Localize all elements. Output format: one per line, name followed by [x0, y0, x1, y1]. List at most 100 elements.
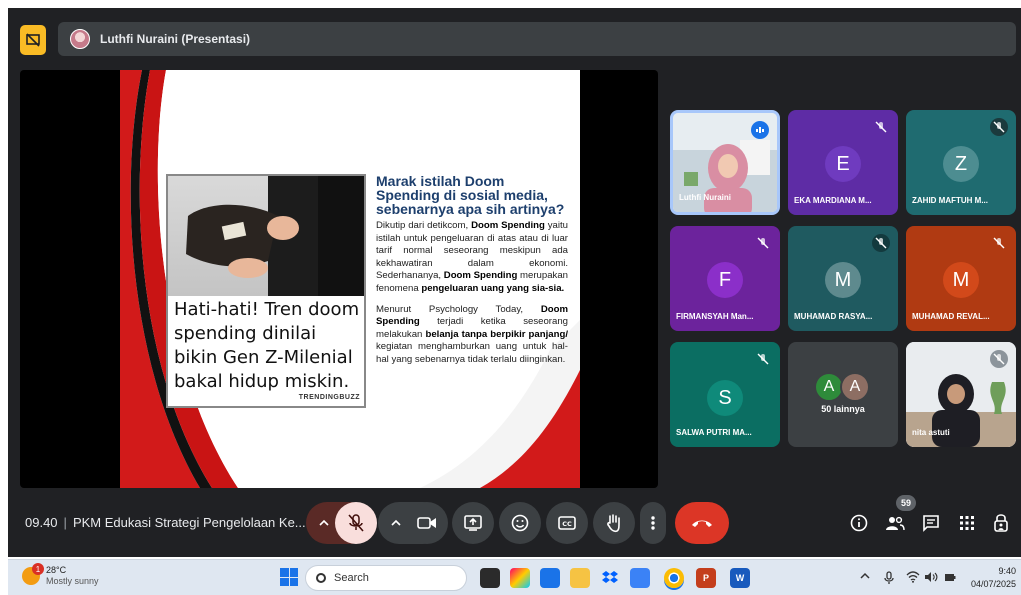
participant-tile-reval[interactable]: M MUHAMAD REVAL... — [906, 226, 1016, 331]
lock-person-icon — [994, 514, 1008, 532]
speaking-indicator-icon — [751, 121, 769, 139]
start-button[interactable] — [280, 568, 298, 586]
participant-avatar: F — [707, 262, 743, 298]
word-icon[interactable]: W — [730, 568, 750, 588]
participant-avatar: M — [825, 262, 861, 298]
windows-taskbar: 28°C Mostly sunny 1 Search P W 9:40 04/0… — [8, 559, 1021, 595]
participant-tile-eka[interactable]: E EKA MARDIANA M... — [788, 110, 898, 215]
presenter-label: Luthfi Nuraini (Presentasi) — [100, 32, 251, 46]
clock-date: 04/07/2025 — [970, 579, 1016, 589]
powerpoint-icon[interactable]: P — [696, 568, 716, 588]
mic-off-icon — [990, 234, 1008, 252]
present-screen-icon — [464, 515, 482, 531]
chevron-up-icon — [319, 519, 329, 526]
presentation-stage[interactable]: Hati-hati! Tren doom spending dinilai bi… — [20, 70, 658, 488]
meeting-time: 09.40 — [25, 515, 58, 530]
participant-name: MUHAMAD REVAL... — [912, 312, 990, 321]
mic-toggle-button[interactable] — [335, 502, 377, 544]
participant-name: Luthfi Nuraini — [679, 193, 731, 202]
video-camera-icon — [417, 517, 436, 529]
info-icon — [850, 514, 868, 532]
host-controls-button[interactable] — [990, 511, 1012, 535]
presenter-avatar — [70, 29, 90, 49]
participant-tile-salwa[interactable]: S SALWA PUTRI MA... — [670, 342, 780, 447]
reactions-button[interactable] — [499, 502, 541, 544]
slide-paragraph-1: Dikutip dari detikcom, Doom Spending yai… — [376, 220, 569, 294]
participant-tile-luthfi[interactable]: Luthfi Nuraini — [670, 110, 780, 215]
news-photo-card: Hati-hati! Tren doom spending dinilai bi… — [166, 174, 366, 408]
participant-tile-rasya[interactable]: M MUHAMAD RASYA... — [788, 226, 898, 331]
activities-button[interactable] — [956, 511, 978, 535]
taskbar-search[interactable]: Search — [305, 565, 467, 591]
slide-heading: Marak istilah Doom Spending di sosial me… — [376, 173, 565, 217]
others-label: 50 lainnya — [821, 404, 865, 414]
participant-avatar: S — [707, 380, 743, 416]
show-hidden-icons-button[interactable] — [860, 571, 870, 583]
chat-icon — [923, 515, 939, 532]
slide-text-block: Marak istilah Doom Spending di sosial me… — [376, 174, 568, 367]
presenting-indicator-button[interactable] — [20, 25, 46, 55]
participant-name: MUHAMAD RASYA... — [794, 312, 873, 321]
chat-button[interactable] — [920, 511, 942, 535]
people-button[interactable] — [884, 511, 906, 535]
camera-toggle-button[interactable] — [406, 502, 448, 544]
temperature: 28°C — [46, 565, 67, 575]
slide-paragraph-2: Menurut Psychology Today, Doom Spending … — [376, 303, 569, 365]
battery-icon[interactable] — [944, 571, 956, 586]
mic-off-icon — [348, 514, 364, 532]
wifi-icon[interactable] — [906, 571, 920, 586]
clock-time: 9:40 — [998, 566, 1016, 576]
more-options-button[interactable] — [640, 502, 666, 544]
others-avatar-2: A — [840, 372, 870, 402]
meeting-details[interactable]: 09.40 | PKM Edukasi Strategi Pengelolaan K… — [25, 515, 306, 530]
chrome-icon[interactable] — [664, 568, 684, 588]
dropbox-icon[interactable] — [600, 568, 620, 588]
microphone-tray-icon[interactable] — [884, 571, 894, 588]
volume-icon[interactable] — [924, 571, 938, 586]
more-vertical-icon — [651, 516, 655, 530]
news-brand: TRENDINGBUZZ — [298, 394, 360, 401]
participant-tile-nita[interactable]: nita astuti — [906, 342, 1016, 447]
participant-avatar: E — [825, 146, 861, 182]
captions-button[interactable]: CC — [546, 502, 588, 544]
mic-off-icon — [990, 350, 1008, 368]
meeting-title: PKM Edukasi Strategi Pengelolaan Ke... — [72, 515, 306, 530]
raise-hand-button[interactable] — [593, 502, 635, 544]
participant-tile-zahid[interactable]: Z ZAHID MAFTUH M... — [906, 110, 1016, 215]
mydocs-icon[interactable] — [630, 568, 650, 588]
hand-icon — [607, 514, 620, 533]
copilot-icon[interactable] — [510, 568, 530, 588]
weather-text: 28°C Mostly sunny — [46, 565, 99, 587]
system-clock[interactable]: 9:40 04/07/2025 — [960, 565, 1016, 591]
news-caption: Hati-hati! Tren doom spending dinilai bi… — [174, 299, 360, 392]
participant-name: ZAHID MAFTUH M... — [912, 196, 988, 205]
closed-captions-icon: CC — [558, 516, 576, 530]
participant-name: EKA MARDIANA M... — [794, 196, 872, 205]
weather-condition: Mostly sunny — [46, 576, 99, 586]
mic-off-icon — [754, 234, 772, 252]
end-call-icon — [692, 520, 712, 527]
others-tile[interactable]: A A 50 lainnya — [788, 342, 898, 447]
search-icon — [316, 573, 326, 583]
file-explorer-icon[interactable] — [570, 568, 590, 588]
participant-count-badge: 59 — [896, 495, 916, 511]
store-icon[interactable] — [540, 568, 560, 588]
mic-off-icon — [754, 350, 772, 368]
search-placeholder: Search — [334, 572, 369, 584]
participant-name: nita astuti — [912, 428, 950, 437]
mic-off-icon — [872, 234, 890, 252]
present-off-icon — [26, 33, 40, 47]
emoji-icon — [511, 514, 529, 532]
present-screen-button[interactable] — [452, 502, 494, 544]
meet-window: Luthfi Nuraini (Presentasi) Hati-hati! T… — [8, 8, 1021, 557]
chevron-up-icon — [391, 519, 401, 526]
leave-call-button[interactable] — [675, 502, 729, 544]
slide: Hati-hati! Tren doom spending dinilai bi… — [120, 70, 580, 488]
notification-badge: 1 — [32, 563, 44, 575]
presenter-bar: Luthfi Nuraini (Presentasi) — [58, 22, 1016, 56]
participant-tile-firmansyah[interactable]: F FIRMANSYAH Man... — [670, 226, 780, 331]
svg-text:CC: CC — [562, 520, 572, 528]
meeting-info-button[interactable] — [848, 511, 870, 535]
task-view-icon[interactable] — [480, 568, 500, 588]
participant-avatar: M — [943, 262, 979, 298]
